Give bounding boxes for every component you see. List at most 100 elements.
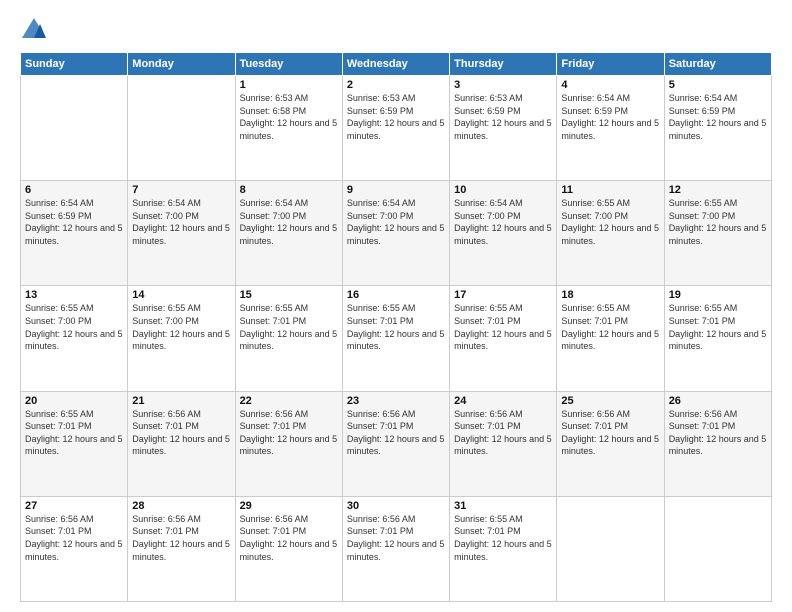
logo (20, 16, 52, 44)
day-number: 22 (240, 395, 338, 407)
day-number: 20 (25, 395, 123, 407)
day-cell: 26Sunrise: 6:56 AM Sunset: 7:01 PM Dayli… (664, 391, 771, 496)
day-info: Sunrise: 6:53 AM Sunset: 6:59 PM Dayligh… (347, 92, 445, 142)
day-number: 18 (561, 289, 659, 301)
day-info: Sunrise: 6:54 AM Sunset: 7:00 PM Dayligh… (347, 197, 445, 247)
day-cell: 8Sunrise: 6:54 AM Sunset: 7:00 PM Daylig… (235, 181, 342, 286)
day-number: 5 (669, 79, 767, 91)
day-cell: 25Sunrise: 6:56 AM Sunset: 7:01 PM Dayli… (557, 391, 664, 496)
weekday-header-row: SundayMondayTuesdayWednesdayThursdayFrid… (21, 53, 772, 76)
day-number: 24 (454, 395, 552, 407)
day-cell: 20Sunrise: 6:55 AM Sunset: 7:01 PM Dayli… (21, 391, 128, 496)
day-info: Sunrise: 6:55 AM Sunset: 7:01 PM Dayligh… (454, 302, 552, 352)
day-info: Sunrise: 6:55 AM Sunset: 7:01 PM Dayligh… (347, 302, 445, 352)
day-cell: 15Sunrise: 6:55 AM Sunset: 7:01 PM Dayli… (235, 286, 342, 391)
day-cell: 7Sunrise: 6:54 AM Sunset: 7:00 PM Daylig… (128, 181, 235, 286)
day-info: Sunrise: 6:55 AM Sunset: 7:01 PM Dayligh… (669, 302, 767, 352)
day-cell: 12Sunrise: 6:55 AM Sunset: 7:00 PM Dayli… (664, 181, 771, 286)
week-row-4: 20Sunrise: 6:55 AM Sunset: 7:01 PM Dayli… (21, 391, 772, 496)
day-info: Sunrise: 6:56 AM Sunset: 7:01 PM Dayligh… (132, 513, 230, 563)
day-cell (664, 496, 771, 601)
day-info: Sunrise: 6:56 AM Sunset: 7:01 PM Dayligh… (25, 513, 123, 563)
day-cell (128, 76, 235, 181)
weekday-header-monday: Monday (128, 53, 235, 76)
day-cell: 11Sunrise: 6:55 AM Sunset: 7:00 PM Dayli… (557, 181, 664, 286)
day-cell: 6Sunrise: 6:54 AM Sunset: 6:59 PM Daylig… (21, 181, 128, 286)
day-info: Sunrise: 6:54 AM Sunset: 7:00 PM Dayligh… (240, 197, 338, 247)
calendar-table: SundayMondayTuesdayWednesdayThursdayFrid… (20, 52, 772, 602)
day-cell: 17Sunrise: 6:55 AM Sunset: 7:01 PM Dayli… (450, 286, 557, 391)
day-info: Sunrise: 6:56 AM Sunset: 7:01 PM Dayligh… (347, 513, 445, 563)
day-cell: 30Sunrise: 6:56 AM Sunset: 7:01 PM Dayli… (342, 496, 449, 601)
day-cell: 27Sunrise: 6:56 AM Sunset: 7:01 PM Dayli… (21, 496, 128, 601)
day-info: Sunrise: 6:56 AM Sunset: 7:01 PM Dayligh… (240, 408, 338, 458)
day-info: Sunrise: 6:55 AM Sunset: 7:00 PM Dayligh… (132, 302, 230, 352)
day-cell: 31Sunrise: 6:55 AM Sunset: 7:01 PM Dayli… (450, 496, 557, 601)
day-number: 8 (240, 184, 338, 196)
day-number: 25 (561, 395, 659, 407)
day-cell: 10Sunrise: 6:54 AM Sunset: 7:00 PM Dayli… (450, 181, 557, 286)
weekday-header-wednesday: Wednesday (342, 53, 449, 76)
day-cell: 16Sunrise: 6:55 AM Sunset: 7:01 PM Dayli… (342, 286, 449, 391)
header (20, 16, 772, 44)
weekday-header-tuesday: Tuesday (235, 53, 342, 76)
day-number: 11 (561, 184, 659, 196)
day-number: 2 (347, 79, 445, 91)
day-number: 29 (240, 500, 338, 512)
day-info: Sunrise: 6:56 AM Sunset: 7:01 PM Dayligh… (240, 513, 338, 563)
logo-icon (20, 16, 48, 44)
day-cell: 23Sunrise: 6:56 AM Sunset: 7:01 PM Dayli… (342, 391, 449, 496)
day-cell: 24Sunrise: 6:56 AM Sunset: 7:01 PM Dayli… (450, 391, 557, 496)
day-cell (557, 496, 664, 601)
week-row-1: 1Sunrise: 6:53 AM Sunset: 6:58 PM Daylig… (21, 76, 772, 181)
day-number: 19 (669, 289, 767, 301)
day-number: 17 (454, 289, 552, 301)
day-number: 28 (132, 500, 230, 512)
day-info: Sunrise: 6:56 AM Sunset: 7:01 PM Dayligh… (454, 408, 552, 458)
day-number: 16 (347, 289, 445, 301)
day-info: Sunrise: 6:54 AM Sunset: 6:59 PM Dayligh… (561, 92, 659, 142)
day-info: Sunrise: 6:54 AM Sunset: 7:00 PM Dayligh… (454, 197, 552, 247)
day-info: Sunrise: 6:55 AM Sunset: 7:00 PM Dayligh… (561, 197, 659, 247)
day-info: Sunrise: 6:54 AM Sunset: 7:00 PM Dayligh… (132, 197, 230, 247)
day-info: Sunrise: 6:55 AM Sunset: 7:01 PM Dayligh… (25, 408, 123, 458)
day-cell: 14Sunrise: 6:55 AM Sunset: 7:00 PM Dayli… (128, 286, 235, 391)
day-number: 15 (240, 289, 338, 301)
day-number: 31 (454, 500, 552, 512)
day-info: Sunrise: 6:56 AM Sunset: 7:01 PM Dayligh… (669, 408, 767, 458)
weekday-header-thursday: Thursday (450, 53, 557, 76)
day-number: 4 (561, 79, 659, 91)
week-row-2: 6Sunrise: 6:54 AM Sunset: 6:59 PM Daylig… (21, 181, 772, 286)
day-number: 1 (240, 79, 338, 91)
day-cell (21, 76, 128, 181)
day-number: 9 (347, 184, 445, 196)
day-info: Sunrise: 6:53 AM Sunset: 6:59 PM Dayligh… (454, 92, 552, 142)
day-cell: 29Sunrise: 6:56 AM Sunset: 7:01 PM Dayli… (235, 496, 342, 601)
day-number: 7 (132, 184, 230, 196)
day-number: 10 (454, 184, 552, 196)
day-number: 3 (454, 79, 552, 91)
day-number: 12 (669, 184, 767, 196)
day-number: 27 (25, 500, 123, 512)
day-info: Sunrise: 6:55 AM Sunset: 7:00 PM Dayligh… (669, 197, 767, 247)
day-number: 21 (132, 395, 230, 407)
day-cell: 1Sunrise: 6:53 AM Sunset: 6:58 PM Daylig… (235, 76, 342, 181)
weekday-header-saturday: Saturday (664, 53, 771, 76)
day-cell: 5Sunrise: 6:54 AM Sunset: 6:59 PM Daylig… (664, 76, 771, 181)
day-cell: 13Sunrise: 6:55 AM Sunset: 7:00 PM Dayli… (21, 286, 128, 391)
week-row-3: 13Sunrise: 6:55 AM Sunset: 7:00 PM Dayli… (21, 286, 772, 391)
day-cell: 3Sunrise: 6:53 AM Sunset: 6:59 PM Daylig… (450, 76, 557, 181)
day-info: Sunrise: 6:56 AM Sunset: 7:01 PM Dayligh… (561, 408, 659, 458)
day-info: Sunrise: 6:56 AM Sunset: 7:01 PM Dayligh… (132, 408, 230, 458)
day-cell: 21Sunrise: 6:56 AM Sunset: 7:01 PM Dayli… (128, 391, 235, 496)
day-info: Sunrise: 6:54 AM Sunset: 6:59 PM Dayligh… (25, 197, 123, 247)
day-number: 6 (25, 184, 123, 196)
day-cell: 28Sunrise: 6:56 AM Sunset: 7:01 PM Dayli… (128, 496, 235, 601)
day-info: Sunrise: 6:56 AM Sunset: 7:01 PM Dayligh… (347, 408, 445, 458)
day-number: 26 (669, 395, 767, 407)
day-info: Sunrise: 6:55 AM Sunset: 7:01 PM Dayligh… (240, 302, 338, 352)
day-info: Sunrise: 6:55 AM Sunset: 7:00 PM Dayligh… (25, 302, 123, 352)
day-cell: 4Sunrise: 6:54 AM Sunset: 6:59 PM Daylig… (557, 76, 664, 181)
day-cell: 19Sunrise: 6:55 AM Sunset: 7:01 PM Dayli… (664, 286, 771, 391)
day-cell: 9Sunrise: 6:54 AM Sunset: 7:00 PM Daylig… (342, 181, 449, 286)
